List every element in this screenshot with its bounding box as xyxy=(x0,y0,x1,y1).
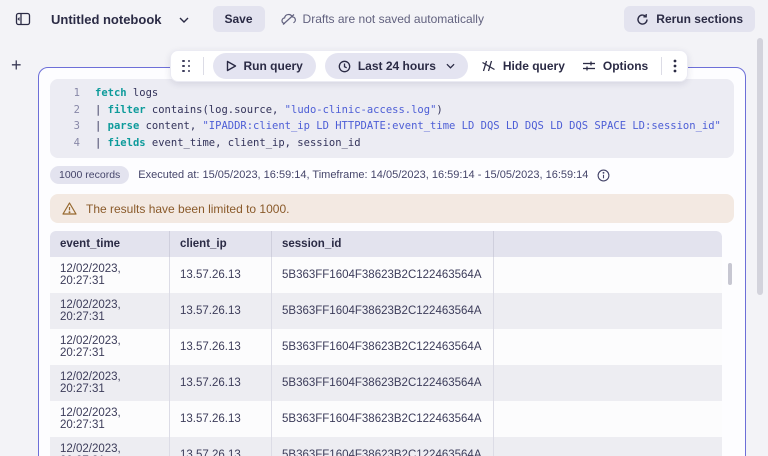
table-cell-filler xyxy=(494,401,722,437)
column-header-session_id[interactable]: session_id xyxy=(272,231,494,257)
column-header-filler xyxy=(494,231,722,257)
sliders-icon xyxy=(582,60,596,72)
query-editor[interactable]: 1fetch logs2| filter contains(log.source… xyxy=(50,79,734,158)
timeframe-selector[interactable]: Last 24 hours xyxy=(325,53,468,79)
hide-query-icon xyxy=(481,60,496,72)
table-cell: 5B363FF1604F38623B2C122463564A xyxy=(272,365,494,401)
table-cell: 13.57.26.13 xyxy=(170,401,272,437)
line-number: 1 xyxy=(58,85,80,102)
info-icon[interactable] xyxy=(597,169,610,182)
add-section-button[interactable]: + xyxy=(11,57,22,73)
table-cell: 13.57.26.13 xyxy=(170,365,272,401)
more-actions-button[interactable] xyxy=(671,57,679,75)
run-query-button[interactable]: Run query xyxy=(213,53,316,79)
sidebar-panel-icon xyxy=(15,11,31,27)
results-table: event_timeclient_ipsession_id 12/02/2023… xyxy=(50,231,722,456)
warning-triangle-icon xyxy=(62,202,77,215)
table-cell: 5B363FF1604F38623B2C122463564A xyxy=(272,437,494,456)
table-cell-filler xyxy=(494,257,722,293)
table-cell: 5B363FF1604F38623B2C122463564A xyxy=(272,257,494,293)
notebook-title[interactable]: Untitled notebook xyxy=(51,12,162,27)
chevron-down-icon xyxy=(446,63,455,69)
save-button[interactable]: Save xyxy=(213,6,265,32)
results-meta: 1000 records Executed at: 15/05/2023, 16… xyxy=(50,165,734,185)
table-cell: 12/02/2023, 20:27:31 xyxy=(50,437,170,456)
chevron-down-icon[interactable] xyxy=(179,17,189,23)
limit-warning-text: The results have been limited to 1000. xyxy=(86,202,289,216)
table-cell: 13.57.26.13 xyxy=(170,257,272,293)
table-cell: 5B363FF1604F38623B2C122463564A xyxy=(272,329,494,365)
table-row[interactable]: 12/02/2023, 20:27:3113.57.26.135B363FF16… xyxy=(50,437,722,456)
play-icon xyxy=(226,60,237,72)
table-cell: 12/02/2023, 20:27:31 xyxy=(50,401,170,437)
refresh-icon xyxy=(636,13,649,26)
table-cell: 12/02/2023, 20:27:31 xyxy=(50,329,170,365)
table-cell: 12/02/2023, 20:27:31 xyxy=(50,257,170,293)
kebab-menu-icon xyxy=(673,59,677,73)
rerun-sections-label: Rerun sections xyxy=(656,12,743,26)
code-line: 1fetch logs xyxy=(58,85,724,102)
limit-warning-banner: The results have been limited to 1000. xyxy=(50,194,734,223)
table-cell: 12/02/2023, 20:27:31 xyxy=(50,293,170,329)
topbar: Untitled notebook Save Drafts are not sa… xyxy=(0,0,768,38)
column-header-client_ip[interactable]: client_ip xyxy=(170,231,272,257)
table-cell: 13.57.26.13 xyxy=(170,437,272,456)
timeframe-label: Last 24 hours xyxy=(358,59,436,73)
sidebar-toggle-button[interactable] xyxy=(13,9,33,29)
draft-status: Drafts are not saved automatically xyxy=(281,12,484,26)
table-row[interactable]: 12/02/2023, 20:27:3113.57.26.135B363FF16… xyxy=(50,293,722,329)
table-cell-filler xyxy=(494,437,722,456)
records-count-badge: 1000 records xyxy=(50,166,129,184)
run-query-label: Run query xyxy=(244,59,303,73)
line-number: 4 xyxy=(58,135,80,152)
table-body: 12/02/2023, 20:27:3113.57.26.135B363FF16… xyxy=(50,257,722,456)
options-label: Options xyxy=(603,59,648,73)
rerun-sections-button[interactable]: Rerun sections xyxy=(624,6,755,32)
notebook-section-card: 1fetch logs2| filter contains(log.source… xyxy=(38,67,746,456)
table-cell: 13.57.26.13 xyxy=(170,293,272,329)
table-cell: 5B363FF1604F38623B2C122463564A xyxy=(272,401,494,437)
toolbar-divider xyxy=(661,57,662,75)
hide-query-button[interactable]: Hide query xyxy=(477,53,569,79)
table-cell: 12/02/2023, 20:27:31 xyxy=(50,365,170,401)
table-cell-filler xyxy=(494,293,722,329)
table-row[interactable]: 12/02/2023, 20:27:3113.57.26.135B363FF16… xyxy=(50,365,722,401)
table-row[interactable]: 12/02/2023, 20:27:3113.57.26.135B363FF16… xyxy=(50,257,722,293)
clock-icon xyxy=(338,60,351,73)
hide-query-label: Hide query xyxy=(503,59,565,73)
code-line: 2| filter contains(log.source, "ludo-cli… xyxy=(58,102,724,119)
draft-notice-text: Drafts are not saved automatically xyxy=(303,12,484,26)
line-number: 3 xyxy=(58,118,80,135)
page-scrollbar-thumb[interactable] xyxy=(757,38,763,295)
code-line: 4| fields event_time, client_ip, session… xyxy=(58,135,724,152)
table-cell: 13.57.26.13 xyxy=(170,329,272,365)
table-header-row: event_timeclient_ipsession_id xyxy=(50,231,722,257)
cloud-off-icon xyxy=(281,13,296,26)
toolbar-divider xyxy=(203,57,204,75)
section-toolbar: Run query Last 24 hours Hide query Optio… xyxy=(170,50,688,82)
table-row[interactable]: 12/02/2023, 20:27:3113.57.26.135B363FF16… xyxy=(50,401,722,437)
table-cell-filler xyxy=(494,329,722,365)
column-header-event_time[interactable]: event_time xyxy=(50,231,170,257)
code-line: 3| parse content, "IPADDR:client_ip LD H… xyxy=(58,118,724,135)
table-row[interactable]: 12/02/2023, 20:27:3113.57.26.135B363FF16… xyxy=(50,329,722,365)
options-button[interactable]: Options xyxy=(578,53,652,79)
table-cell-filler xyxy=(494,365,722,401)
drag-handle-icon[interactable] xyxy=(179,58,194,75)
execution-info-text: Executed at: 15/05/2023, 16:59:14, Timef… xyxy=(138,169,588,181)
table-scrollbar-thumb[interactable] xyxy=(728,263,732,285)
table-cell: 5B363FF1604F38623B2C122463564A xyxy=(272,293,494,329)
line-number: 2 xyxy=(58,102,80,119)
